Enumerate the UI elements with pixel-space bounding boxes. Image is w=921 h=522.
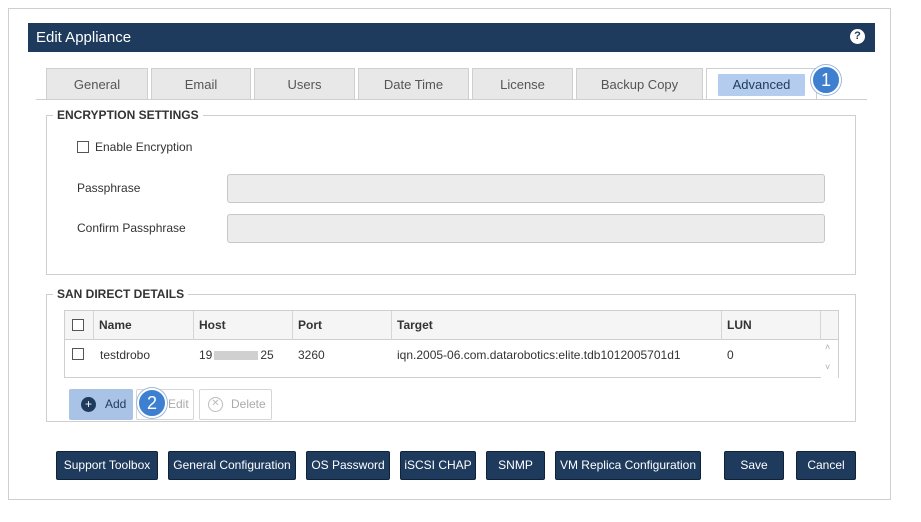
scroll-down-icon[interactable]: ˅ [825, 362, 830, 372]
tab-divider [36, 99, 867, 100]
scroll-up-icon[interactable]: ˄ [825, 342, 830, 352]
callout-1: 1 [811, 65, 841, 95]
row-host-end: 25 [260, 348, 274, 362]
column-name[interactable]: Name [94, 311, 194, 340]
tab-email[interactable]: Email [151, 68, 251, 100]
row-target: iqn.2005-06.com.datarobotics:elite.tdb10… [397, 348, 681, 362]
delete-button-label: Delete [231, 397, 266, 411]
tab-users[interactable]: Users [254, 68, 355, 100]
add-button-label: Add [105, 397, 127, 411]
edit-button-label: Edit [168, 397, 189, 411]
snmp-button[interactable]: SNMP [486, 451, 545, 480]
header-select-cell [65, 311, 94, 340]
row-host-start: 19 [199, 348, 213, 362]
column-lun[interactable]: LUN [722, 311, 821, 340]
tab-backup-copy[interactable]: Backup Copy [576, 68, 703, 100]
dialog-titlebar: Edit Appliance ? [28, 23, 875, 52]
enable-encryption-label: Enable Encryption [95, 140, 193, 154]
enable-encryption-checkbox[interactable] [77, 141, 89, 153]
plus-circle-icon: + [81, 397, 96, 412]
passphrase-label: Passphrase [77, 181, 141, 195]
column-host[interactable]: Host [194, 311, 293, 340]
tab-date-time[interactable]: Date Time [358, 68, 469, 100]
row-name: testdrobo [100, 348, 151, 362]
row-port: 3260 [298, 348, 325, 362]
delete-button[interactable]: ✕ Delete [199, 389, 272, 420]
san-table-header: Name Host Port Target LUN [65, 311, 838, 340]
tab-license[interactable]: License [472, 68, 573, 100]
row-host: 19 25 [199, 348, 274, 362]
general-configuration-button[interactable]: General Configuration [168, 451, 296, 480]
row-checkbox[interactable] [72, 348, 84, 360]
confirm-passphrase-label: Confirm Passphrase [77, 221, 186, 235]
table-scrollbar[interactable]: ˄ ˅ [821, 340, 838, 378]
vm-replica-configuration-button[interactable]: VM Replica Configuration [555, 451, 701, 480]
os-password-button[interactable]: OS Password [306, 451, 390, 480]
redacted-block [214, 351, 259, 361]
x-circle-icon: ✕ [208, 397, 223, 412]
save-button[interactable]: Save [724, 451, 784, 480]
question-mark-icon[interactable]: ? [850, 29, 865, 44]
select-all-checkbox[interactable] [72, 319, 84, 331]
add-button[interactable]: + Add [69, 389, 133, 420]
san-direct-details-legend: SAN DIRECT DETAILS [57, 287, 185, 301]
cancel-button[interactable]: Cancel [796, 451, 856, 480]
column-target[interactable]: Target [392, 311, 722, 340]
support-toolbox-button[interactable]: Support Toolbox [56, 451, 158, 480]
row-lun: 0 [727, 348, 734, 362]
encryption-settings-legend: ENCRYPTION SETTINGS [57, 108, 199, 122]
passphrase-input[interactable] [227, 174, 825, 203]
callout-2: 2 [137, 388, 167, 418]
tab-advanced[interactable]: Advanced [706, 68, 817, 100]
column-port[interactable]: Port [293, 311, 392, 340]
iscsi-chap-button[interactable]: iSCSI CHAP [400, 451, 476, 480]
confirm-passphrase-input[interactable] [227, 214, 825, 243]
san-table: Name Host Port Target LUN testdrobo 19 25… [64, 310, 839, 378]
tab-advanced-label: Advanced [718, 74, 805, 96]
tab-general[interactable]: General [46, 68, 148, 100]
dialog-title: Edit Appliance [36, 29, 132, 46]
